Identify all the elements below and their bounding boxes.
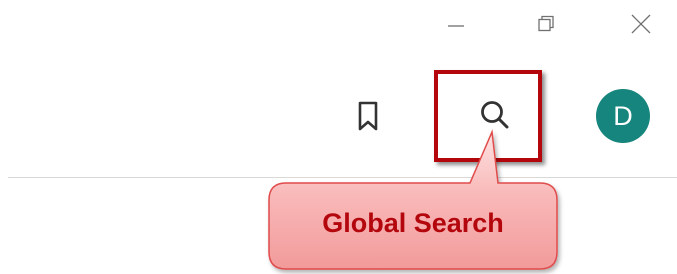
search-highlight-box: [434, 70, 542, 162]
close-button[interactable]: [622, 8, 660, 40]
minimize-icon: [448, 25, 464, 27]
app-window: D Global Search: [0, 0, 677, 274]
close-icon: [631, 14, 651, 34]
user-avatar[interactable]: D: [596, 89, 650, 143]
minimize-button[interactable]: [437, 8, 475, 40]
bookmark-button[interactable]: [348, 94, 388, 138]
callout-label: Global Search: [322, 208, 504, 238]
toolbar-divider: [8, 177, 677, 178]
restore-button[interactable]: [527, 8, 565, 40]
avatar-initial: D: [613, 100, 633, 131]
bookmark-icon: [358, 101, 378, 131]
restore-icon: [538, 15, 554, 32]
